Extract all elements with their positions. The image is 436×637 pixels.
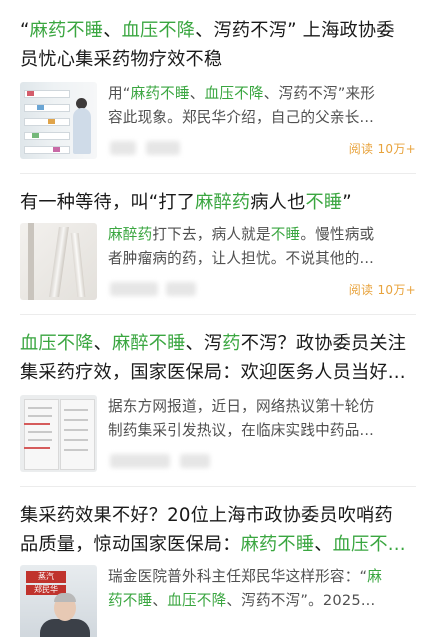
snippet-line: 瑞金医院普外科主任郑民华这样形容：“麻	[108, 565, 416, 589]
snippet-text: 用“	[108, 85, 131, 102]
snippet-text: 制药集采引发热议，在临床实践中药品...	[108, 422, 375, 439]
read-count: 阅读 10万+	[348, 142, 416, 156]
title-line: 品质量，惊动国家医保局：麻药不睡、血压不...	[20, 530, 416, 559]
highlighted-keyword: 麻	[367, 568, 383, 585]
article-snippet: 据东方网报道，近日，网络热议第十轮仿 制药集采引发热议，在临床实践中药品...	[108, 395, 416, 443]
snippet-text: 、泻药不泻”。2025...	[226, 592, 376, 609]
title-text: 、泻	[185, 333, 223, 354]
title-line: 集采药疗效，国家医保局：欢迎医务人员当好...	[20, 358, 416, 387]
snippet-line: 据东方网报道，近日，网络热议第十轮仿	[108, 395, 416, 419]
blurred-source	[110, 282, 158, 296]
doctor-portrait-thumbnail[interactable]: 蒸汽 郑民华	[20, 565, 97, 637]
highlighted-keyword: 不睡	[270, 226, 301, 243]
title-text: 、	[314, 534, 333, 555]
snippet-text: 、	[189, 85, 205, 102]
blurred-source	[110, 454, 170, 468]
article-title[interactable]: “麻药不睡、血压不降、泻药不泻” 上海政协委员忧心集采药物疗效不稳	[20, 16, 416, 74]
title-line: 血压不降、麻醉不睡、泻药不泻？政协委员关注	[20, 329, 416, 358]
title-text: 员忧心集采药物疗效不稳	[20, 49, 223, 70]
document-thumbnail[interactable]	[20, 395, 97, 472]
title-line: “麻药不睡、血压不降、泻药不泻” 上海政协委	[20, 16, 416, 45]
highlighted-keyword: 血压不...	[332, 534, 406, 555]
title-text: 有一种等待，叫“打了	[20, 192, 196, 213]
title-text: 、泻药不泻” 上海政协委	[195, 20, 395, 41]
snippet-text: 瑞金医院普外科主任郑民华这样形容：“	[108, 568, 368, 585]
article-snippet: 用“麻药不睡、血压不降、泻药不泻”来形容此现象。郑民华介绍，自己的父亲长...	[108, 82, 416, 130]
snippet-text: 者肿瘤病的药，让人担忧。不说其他的...	[108, 250, 375, 267]
highlighted-keyword: 血压不降	[121, 20, 196, 41]
title-text: 病人也	[250, 192, 306, 213]
blurred-date	[146, 141, 180, 155]
snippet-text: 据东方网报道，近日，网络热议第十轮仿	[108, 398, 375, 415]
article-card-3[interactable]: 血压不降、麻醉不睡、泻药不泻？政协委员关注集采药疗效，国家医保局：欢迎医务人员当…	[0, 315, 436, 476]
title-text: 集采药疗效，国家医保局：欢迎医务人员当好...	[20, 362, 406, 383]
snippet-text: 。慢性病或	[300, 226, 375, 243]
title-text: 品质量，惊动国家医保局：	[20, 534, 241, 555]
snippet-line: 用“麻药不睡、血压不降、泻药不泻”来形	[108, 82, 416, 106]
snippet-text: 容此现象。郑民华介绍，自己的父亲长...	[108, 109, 375, 126]
article-card-4[interactable]: 集采药效果不好？20位上海市政协委员吹哨药 品质量，惊动国家医保局：麻药不睡、血压…	[0, 487, 436, 637]
thumbnail-sign-top: 蒸汽	[26, 571, 66, 583]
search-results-feed: “麻药不睡、血压不降、泻药不泻” 上海政协委 员忧心集采药物疗效不稳 用“麻药不睡…	[0, 0, 436, 637]
blurred-source	[110, 141, 136, 155]
highlighted-keyword: 血压不降	[20, 333, 94, 354]
highlighted-keyword: 麻醉不睡	[111, 333, 186, 354]
title-text: 、	[93, 333, 112, 354]
article-title[interactable]: 集采药效果不好？20位上海市政协委员吹哨药 品质量，惊动国家医保局：麻药不睡、血压…	[20, 501, 416, 559]
snippet-text: 打下去，病人就是	[152, 226, 271, 243]
snippet-line: 容此现象。郑民华介绍，自己的父亲长...	[108, 106, 416, 130]
pharmacy-shelf-thumbnail[interactable]	[20, 82, 97, 159]
highlighted-keyword: 血压不降	[204, 85, 264, 102]
title-line: 有一种等待，叫“打了麻醉药病人也不睡”	[20, 188, 416, 217]
article-snippet: 瑞金医院普外科主任郑民华这样形容：“麻 药不睡、血压不降、泻药不泻”。2025..…	[108, 565, 416, 613]
snippet-text: 、	[152, 592, 168, 609]
title-text: ”	[342, 192, 352, 213]
highlighted-keyword: 药不睡	[108, 592, 153, 609]
highlighted-keyword: 麻醉药	[195, 192, 251, 213]
highlighted-keyword: 麻药不睡	[29, 20, 104, 41]
blurred-date	[166, 282, 196, 296]
highlighted-keyword: 不睡	[305, 192, 343, 213]
blurred-date	[180, 454, 210, 468]
title-text: 、	[103, 20, 122, 41]
highlighted-keyword: 血压不降	[167, 592, 227, 609]
highlighted-keyword: 药	[222, 333, 241, 354]
snippet-line: 药不睡、血压不降、泻药不泻”。2025...	[108, 589, 416, 613]
article-title[interactable]: 血压不降、麻醉不睡、泻药不泻？政协委员关注集采药疗效，国家医保局：欢迎医务人员当…	[20, 329, 416, 387]
highlighted-keyword: 麻醉药	[108, 226, 153, 243]
curtain-thumbnail[interactable]	[20, 223, 97, 300]
title-line: 员忧心集采药物疗效不稳	[20, 45, 416, 74]
article-snippet: 麻醉药打下去，病人就是不睡。慢性病或者肿瘤病的药，让人担忧。不说其他的...	[108, 223, 416, 271]
title-text: 不泻？政协委员关注	[240, 333, 407, 354]
title-text: “	[20, 20, 30, 41]
highlighted-keyword: 麻药不睡	[130, 85, 190, 102]
article-title[interactable]: 有一种等待，叫“打了麻醉药病人也不睡”	[20, 188, 416, 217]
title-line: 集采药效果不好？20位上海市政协委员吹哨药	[20, 501, 416, 530]
snippet-line: 者肿瘤病的药，让人担忧。不说其他的...	[108, 247, 416, 271]
snippet-line: 制药集采引发热议，在临床实践中药品...	[108, 419, 416, 443]
article-card-2[interactable]: 有一种等待，叫“打了麻醉药病人也不睡” 麻醉药打下去，病人就是不睡。慢性病或 者肿…	[0, 174, 436, 304]
snippet-line: 麻醉药打下去，病人就是不睡。慢性病或	[108, 223, 416, 247]
read-count: 阅读 10万+	[348, 283, 416, 297]
title-text: 集采药效果不好？20位上海市政协委员吹哨药	[20, 505, 393, 526]
article-card-1[interactable]: “麻药不睡、血压不降、泻药不泻” 上海政协委 员忧心集采药物疗效不稳 用“麻药不睡…	[0, 0, 436, 163]
highlighted-keyword: 麻药不睡	[240, 534, 315, 555]
snippet-text: 、泻药不泻”来形	[263, 85, 376, 102]
